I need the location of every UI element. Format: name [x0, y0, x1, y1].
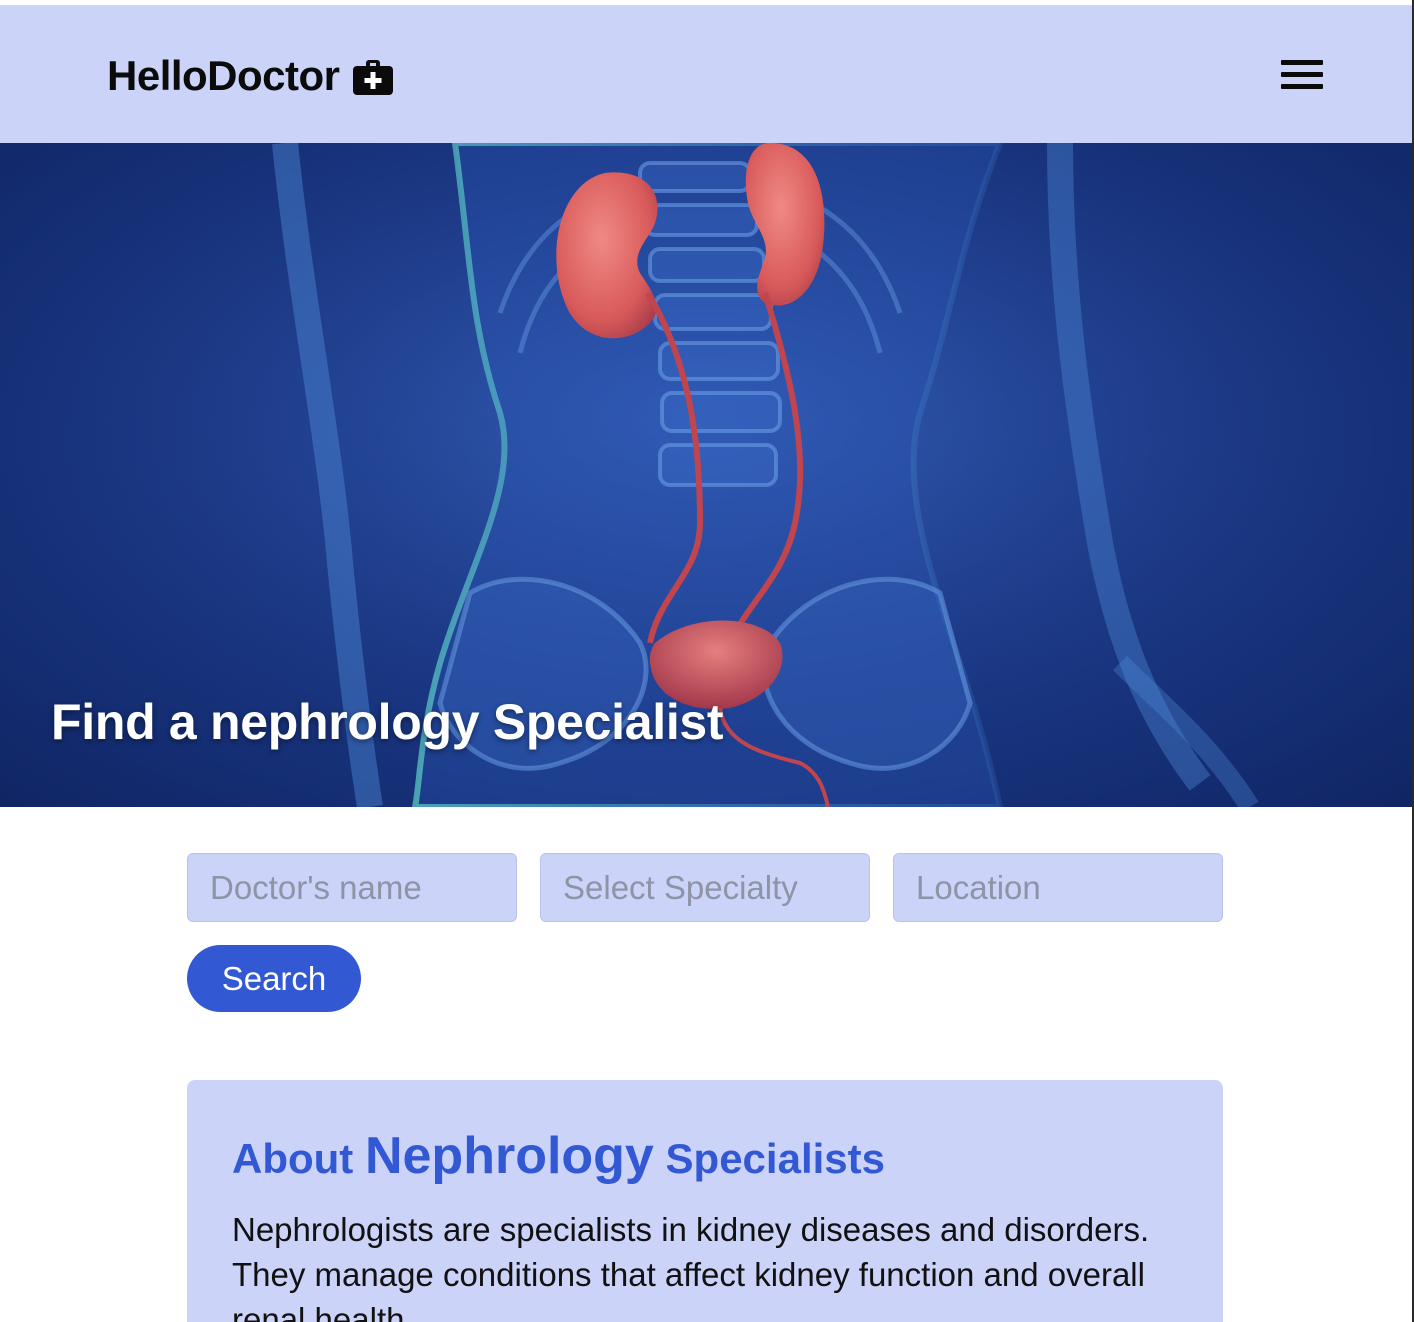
specialty-select[interactable] [540, 853, 870, 922]
about-heading-emphasis: Nephrology [364, 1127, 654, 1185]
page: HelloDoctor Find a nephrology Specialist… [0, 0, 1414, 1322]
about-heading: About Nephrology Specialists [232, 1126, 1178, 1189]
about-description: Nephrologists are specialists in kidney … [232, 1211, 1150, 1322]
about-heading-suffix: Specialists [653, 1135, 885, 1182]
brand-logo[interactable]: HelloDoctor [107, 52, 394, 100]
search-button[interactable]: Search [187, 945, 361, 1012]
site-header: HelloDoctor [0, 6, 1412, 143]
hero-title: Find a nephrology Specialist [51, 694, 724, 750]
location-input[interactable] [893, 853, 1223, 922]
about-card: About Nephrology Specialists Nephrologis… [187, 1080, 1223, 1322]
hamburger-menu-icon[interactable] [1280, 56, 1324, 94]
hero-banner: Find a nephrology Specialist [0, 143, 1412, 807]
about-heading-prefix: About [232, 1135, 365, 1182]
doctor-name-input[interactable] [187, 853, 517, 922]
brand-name[interactable]: HelloDoctor [107, 52, 340, 100]
medical-kit-icon [352, 55, 394, 97]
